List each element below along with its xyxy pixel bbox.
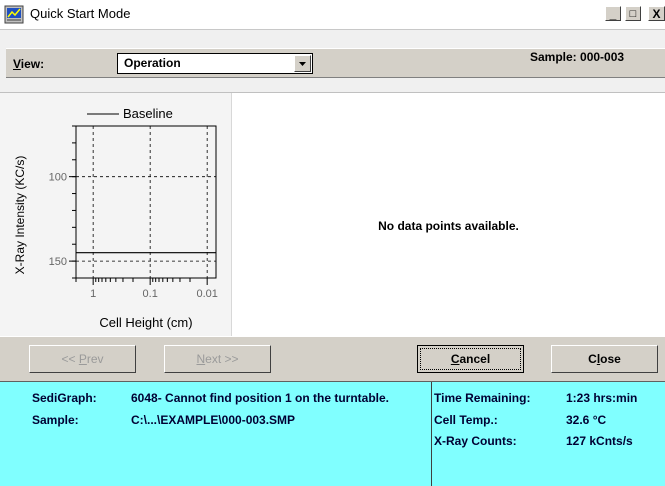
close-mnemonic: l xyxy=(596,352,601,366)
time-remaining-value: 1:23 hrs:min xyxy=(566,391,638,405)
title-bar: Quick Start Mode _ □ X xyxy=(0,0,665,30)
view-label: View: xyxy=(13,57,45,71)
sedigraph-message: 6048- Cannot find position 1 on the turn… xyxy=(131,391,390,405)
sample-id: Sample: 000-003 xyxy=(530,50,625,64)
minimize-button[interactable]: _ xyxy=(605,6,621,21)
sample-label: Sample: xyxy=(32,413,79,427)
legend-label: Baseline xyxy=(123,106,173,121)
cancel-mnemonic: C xyxy=(450,352,460,366)
button-bar: << Prev Next >> Cancel Close xyxy=(0,336,665,381)
xray-counts-label: X-Ray Counts: xyxy=(434,434,517,448)
sedigraph-label: SediGraph: xyxy=(32,391,97,405)
sample-path: C:\...\EXAMPLE\000-003.SMP xyxy=(131,413,296,427)
close-window-button[interactable]: X xyxy=(648,6,665,21)
prev-mnemonic: P xyxy=(78,352,87,366)
chart-panel: 1 0.1 0.01 100 150 Baseline X-Ray Intensity … xyxy=(0,93,232,336)
next-button[interactable]: Next >> xyxy=(164,345,271,373)
xray-counts-value: 127 kCnts/s xyxy=(566,434,633,448)
x-tick-label: 0.01 xyxy=(196,288,217,300)
view-select-value: Operation xyxy=(124,56,181,70)
baseline-chart: 1 0.1 0.01 100 150 Baseline X-Ray Intensity … xyxy=(13,106,218,330)
y-tick-label: 100 xyxy=(49,172,67,184)
view-bar: View: Operation Sample: 000-003 xyxy=(0,30,665,93)
no-data-message: No data points available. xyxy=(378,219,519,233)
main-plot-area: No data points available. xyxy=(232,93,665,336)
cell-temp-label: Cell Temp.: xyxy=(434,413,498,427)
chevron-down-icon[interactable] xyxy=(294,55,311,72)
cancel-button[interactable]: Cancel xyxy=(417,345,524,373)
y-axis-label: X-Ray Intensity (KC/s) xyxy=(13,156,27,275)
x-tick-label: 0.1 xyxy=(143,288,158,300)
status-panel: SediGraph: 6048- Cannot find position 1 … xyxy=(0,381,665,486)
time-remaining-label: Time Remaining: xyxy=(434,391,531,405)
app-icon xyxy=(4,5,24,24)
window-title: Quick Start Mode xyxy=(30,6,131,21)
y-tick-label: 150 xyxy=(49,256,67,268)
x-tick-label: 1 xyxy=(90,288,96,300)
view-label-mnemonic: V xyxy=(13,57,21,71)
status-divider xyxy=(431,382,432,486)
x-axis-label: Cell Height (cm) xyxy=(99,315,192,330)
maximize-button[interactable]: □ xyxy=(625,6,641,21)
prev-button[interactable]: << Prev xyxy=(29,345,136,373)
next-mnemonic: N xyxy=(196,352,206,366)
view-select[interactable]: Operation xyxy=(117,53,313,74)
close-button[interactable]: Close xyxy=(551,345,658,373)
plot-frame xyxy=(75,125,217,279)
cell-temp-value: 32.6 °C xyxy=(566,413,607,427)
